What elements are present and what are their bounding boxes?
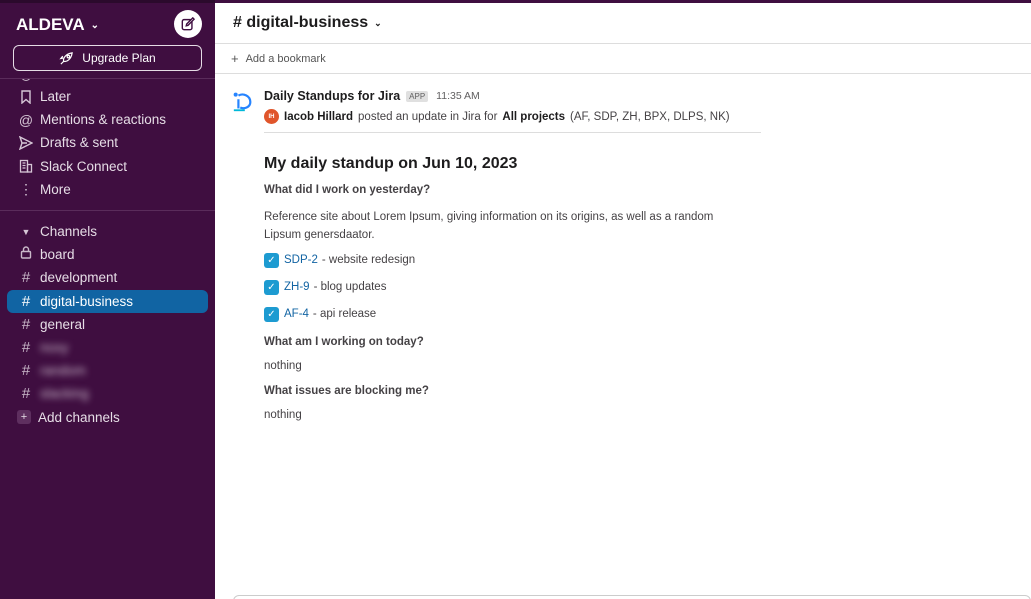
chevron-down-icon: ⌄: [90, 19, 100, 31]
channel-header: # digital-business ⌄: [215, 3, 1031, 44]
app-badge: APP: [406, 90, 429, 102]
channel-label: random: [40, 363, 86, 379]
more-vertical-icon: ⋮: [19, 180, 33, 197]
clipped-icon: [21, 79, 31, 81]
hash-icon: #: [21, 362, 31, 380]
upgrade-plan-label: Upgrade Plan: [82, 51, 156, 65]
plus-icon: +: [17, 410, 31, 425]
task-desc: - api release: [312, 308, 377, 320]
message-timestamp[interactable]: 11:35 AM: [436, 90, 480, 102]
hash-icon: #: [21, 292, 31, 310]
bookmark-icon: [19, 89, 33, 104]
app-root: ALDEVA ⌄ Upgrade Plan Later @ Mentions &…: [0, 0, 1031, 599]
channel-label: general: [40, 316, 86, 332]
compose-button[interactable]: [174, 10, 202, 38]
sidebar-nav: Later @ Mentions & reactions Drafts & se…: [0, 85, 215, 429]
rocket-icon: [59, 51, 74, 65]
channels-section-toggle[interactable]: ▼ Channels: [0, 220, 215, 243]
question-today: What am I working on today?: [264, 336, 424, 348]
posted-line: IH Iacob Hillard posted an update in Jir…: [264, 109, 984, 124]
sidebar-item-drafts[interactable]: Drafts & sent: [0, 131, 215, 154]
sidebar-item-channel-digital-business[interactable]: # digital-business: [7, 289, 208, 313]
checkbox-checked-icon[interactable]: ✓: [264, 252, 279, 268]
question-blockers: What issues are blocking me?: [264, 385, 429, 397]
add-bookmark-button[interactable]: + Add a bookmark: [231, 51, 326, 66]
checkbox-checked-icon[interactable]: ✓: [264, 279, 279, 295]
sidebar-item-slack-connect[interactable]: Slack Connect: [0, 155, 215, 178]
sidebar-item-label: Drafts & sent: [40, 135, 119, 151]
sidebar-item-channel-blurred-1[interactable]: # noxy: [7, 336, 208, 359]
channels-section-label: Channels: [40, 224, 98, 240]
sidebar-item-label: Slack Connect: [40, 158, 128, 174]
caret-down-icon: ▼: [21, 226, 31, 237]
yesterday-text: Reference site about Lorem Ipsum, giving…: [264, 211, 714, 241]
issue-link[interactable]: AF-4: [284, 308, 309, 320]
sidebar-item-channel-blurred-2[interactable]: # random: [7, 359, 208, 382]
send-icon: [19, 135, 33, 150]
message-header: Daily Standups for Jira APP 11:35 AM: [264, 87, 984, 105]
channel-label: board: [40, 247, 75, 263]
add-bookmark-label: Add a bookmark: [245, 52, 326, 65]
hash-icon: #: [21, 385, 31, 403]
hash-icon: #: [21, 315, 31, 333]
task-item: ✓ SDP-2 - website redesign: [264, 251, 984, 269]
channel-label: noxy: [40, 339, 69, 355]
sidebar-item-label: Mentions & reactions: [40, 112, 167, 128]
issue-link[interactable]: SDP-2: [284, 254, 318, 266]
building-icon: [19, 159, 33, 173]
standup-title: My daily standup on Jun 10, 2023: [264, 155, 518, 172]
projects-bold: All projects: [502, 110, 566, 123]
sidebar-item-channel-general[interactable]: # general: [7, 313, 208, 336]
answer-today: nothing: [264, 360, 302, 372]
task-item: ✓ ZH-9 - blog updates: [264, 278, 984, 296]
add-channels-button[interactable]: + Add channels: [7, 405, 208, 428]
message-body: Daily Standups for Jira APP 11:35 AM IH …: [264, 87, 984, 421]
message-divider: [264, 132, 761, 133]
compose-icon: [181, 17, 195, 31]
channel-label: digital-business: [40, 293, 134, 309]
jira-app-avatar-icon[interactable]: [232, 91, 254, 113]
task-item: ✓ AF-4 - api release: [264, 305, 984, 323]
sidebar-item-channel-board[interactable]: board: [7, 243, 208, 266]
plus-icon: +: [231, 51, 239, 66]
add-channels-label: Add channels: [38, 409, 120, 425]
sidebar-item-channel-development[interactable]: # development: [7, 266, 208, 289]
answer-blockers: nothing: [264, 409, 302, 421]
lock-icon: [19, 246, 33, 263]
sender-name[interactable]: Daily Standups for Jira: [264, 89, 400, 103]
sidebar-item-more[interactable]: ⋮ More: [0, 178, 215, 201]
task-desc: - blog updates: [313, 281, 387, 293]
poster-name[interactable]: Iacob Hillard: [284, 111, 353, 123]
sidebar-item-later[interactable]: Later: [0, 85, 215, 108]
bookmark-bar: + Add a bookmark: [215, 44, 1031, 74]
sidebar: ALDEVA ⌄ Upgrade Plan Later @ Mentions &…: [0, 0, 215, 599]
checkbox-checked-icon[interactable]: ✓: [264, 306, 279, 322]
question-yesterday: What did I work on yesterday?: [264, 184, 431, 196]
workspace-header: ALDEVA ⌄ Upgrade Plan: [0, 3, 215, 79]
message-composer[interactable]: [233, 595, 1031, 599]
channel-title: # digital-business: [233, 14, 369, 31]
posted-text: posted an update in Jira for: [358, 110, 498, 123]
channel-label: development: [40, 270, 118, 286]
sidebar-item-channel-blurred-3[interactable]: # slacking: [7, 382, 208, 405]
sidebar-item-label: Later: [40, 89, 71, 105]
at-icon: @: [18, 111, 34, 128]
chevron-down-icon: ⌄: [374, 17, 382, 28]
upgrade-plan-button[interactable]: Upgrade Plan: [13, 45, 202, 71]
task-desc: - website redesign: [321, 254, 416, 266]
workspace-name: ALDEVA: [16, 15, 85, 34]
main-pane: # digital-business ⌄ + Add a bookmark Da…: [215, 0, 1031, 599]
sidebar-item-label: More: [40, 181, 71, 197]
hash-icon: #: [21, 269, 31, 287]
workspace-switcher[interactable]: ALDEVA ⌄: [16, 15, 99, 35]
sidebar-item-mentions[interactable]: @ Mentions & reactions: [0, 108, 215, 131]
channel-label: slacking: [40, 386, 89, 402]
issue-link[interactable]: ZH-9: [284, 281, 310, 293]
projects-list: (AF, SDP, ZH, BPX, DLPS, NK): [570, 110, 730, 123]
poster-avatar[interactable]: IH: [264, 109, 279, 124]
hash-icon: #: [21, 338, 31, 356]
sidebar-divider: [0, 209, 215, 211]
channel-title-button[interactable]: # digital-business ⌄: [233, 14, 382, 32]
